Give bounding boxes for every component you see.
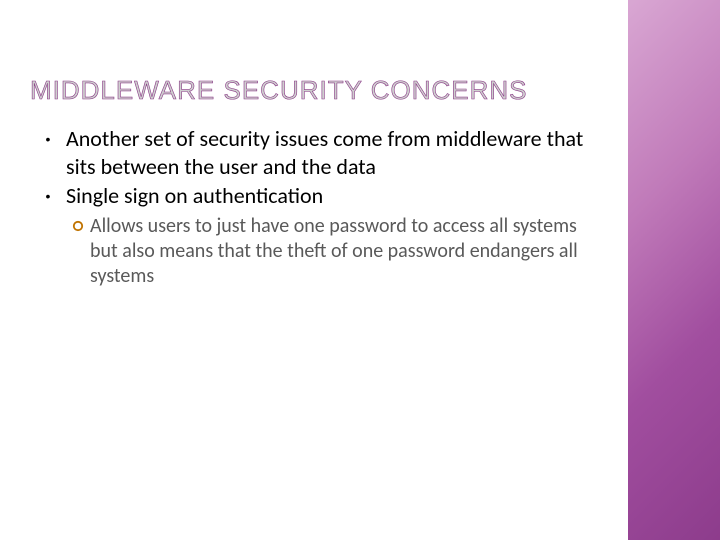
bullet-text: Another set of security issues come from… xyxy=(66,125,590,180)
slide: MIDDLEWARE SECURITY CONCERNS • Another s… xyxy=(0,0,720,540)
bullet-text: Single sign on authentication xyxy=(66,182,323,210)
bullet-item: • Another set of security issues come fr… xyxy=(30,125,590,180)
slide-title: MIDDLEWARE SECURITY CONCERNS xyxy=(30,75,528,106)
bullet-marker-icon: • xyxy=(30,182,66,210)
bullet-marker-icon: • xyxy=(30,125,66,153)
sub-bullet-item: Allows users to just have one password t… xyxy=(66,214,590,289)
circle-bullet-icon xyxy=(66,214,90,232)
bullet-item: • Single sign on authentication xyxy=(30,182,590,210)
accent-bar xyxy=(628,0,720,540)
slide-content: • Another set of security issues come fr… xyxy=(30,125,590,289)
sub-bullet-text: Allows users to just have one password t… xyxy=(90,214,590,289)
